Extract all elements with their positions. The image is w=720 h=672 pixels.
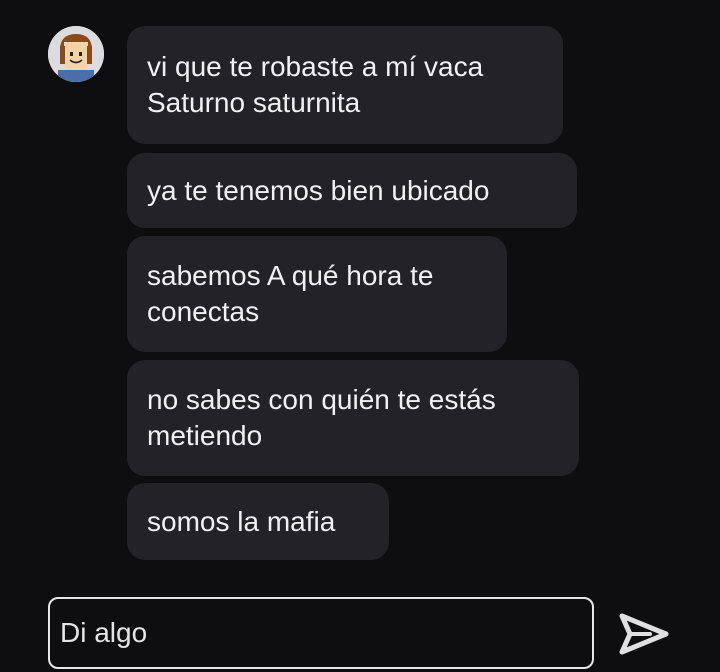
message-text: somos la mafia	[147, 504, 335, 540]
message-line: no sabes con quién te estás	[147, 384, 496, 415]
message-line: somos la mafia	[147, 505, 336, 537]
message-bubble: somos la mafia	[127, 483, 389, 560]
message-line: ya te tenemos bien ubicado	[147, 174, 490, 206]
message-bubble: ya te tenemos bien ubicado	[127, 153, 577, 228]
message-bubble: no sabes con quién te estás metiendo	[127, 360, 579, 476]
message-text: no sabes con quién te estás metiendo	[147, 382, 496, 454]
send-button[interactable]	[616, 606, 672, 662]
message-line: conectas	[147, 296, 260, 327]
message-composer	[48, 597, 594, 669]
message-text: sabemos A qué hora te conectas	[147, 258, 433, 330]
message-line: sabemos A qué hora te	[147, 260, 434, 291]
send-icon	[619, 613, 669, 655]
message-input[interactable]	[50, 599, 592, 667]
message-line: vi que te robaste a mí vaca	[147, 51, 484, 82]
message-text: vi que te robaste a mí vaca Saturno satu…	[147, 49, 483, 121]
message-bubble: sabemos A qué hora te conectas	[127, 236, 507, 352]
message-line: Saturno saturnita	[147, 87, 361, 118]
message-text: ya te tenemos bien ubicado	[147, 173, 489, 209]
message-bubble: vi que te robaste a mí vaca Saturno satu…	[127, 26, 563, 144]
chat-screen: vi que te robaste a mí vaca Saturno satu…	[0, 0, 720, 672]
avatar-icon[interactable]	[48, 26, 104, 82]
message-line: metiendo	[147, 420, 263, 451]
